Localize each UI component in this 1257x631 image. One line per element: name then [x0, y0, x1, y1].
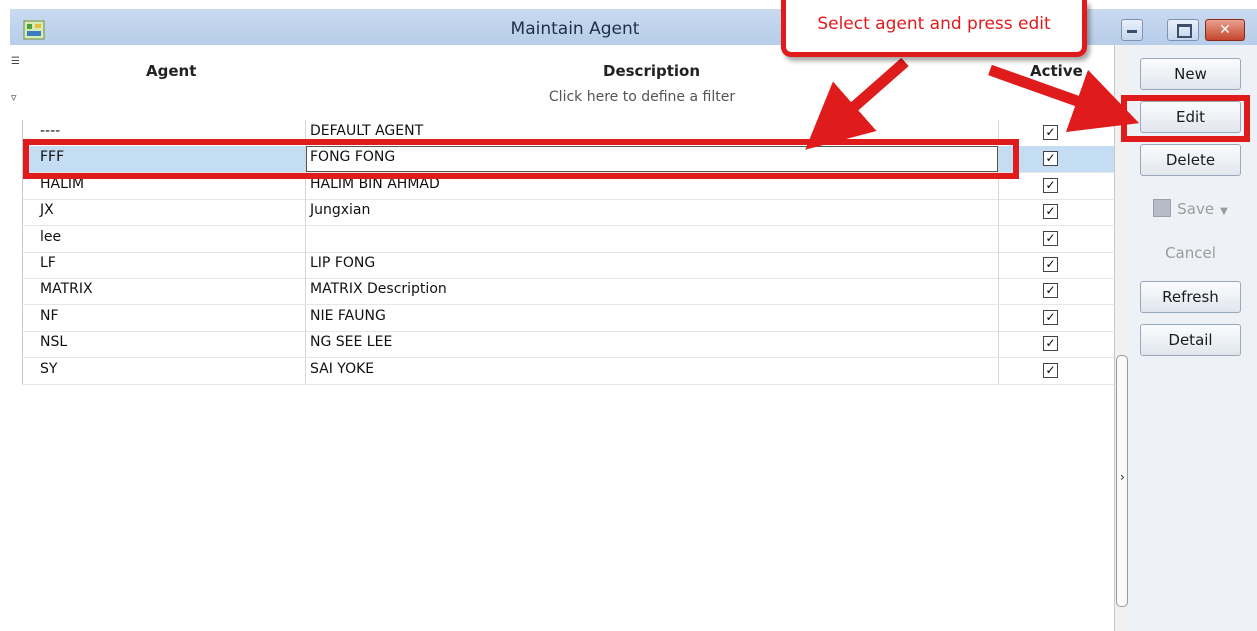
highlight-edit-button [1121, 95, 1250, 142]
annotation-arrows [805, 57, 1140, 150]
arrow-to-edit [988, 64, 1140, 133]
annotation-callout: Select agent and press edit [781, 0, 1087, 57]
highlight-selected-row [23, 139, 1019, 179]
callout-text: Select agent and press edit [817, 14, 1051, 34]
arrow-to-row [805, 57, 909, 150]
